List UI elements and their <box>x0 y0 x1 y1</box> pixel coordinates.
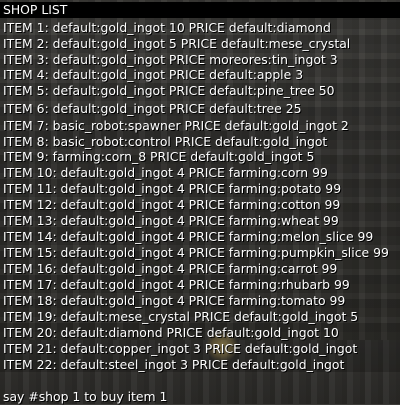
chat-line-item-6: ITEM 6: default:gold_ingot PRICE default… <box>3 101 302 116</box>
chat-line-item-7: ITEM 7: basic_robot:spawner PRICE defaul… <box>3 118 349 133</box>
chat-line-item-16: ITEM 16: default:gold_ingot 4 PRICE farm… <box>3 261 338 276</box>
chat-line-item-4: ITEM 4: default:gold_ingot PRICE default… <box>3 67 304 82</box>
chat-line-item-5: ITEM 5: default:gold_ingot PRICE default… <box>3 83 335 98</box>
chat-line-item-17: ITEM 17: default:gold_ingot 4 PRICE farm… <box>3 277 350 292</box>
chat-line-item-22: ITEM 22: default:steel_ingot 3 PRICE def… <box>3 357 345 372</box>
chat-line-item-14: ITEM 14: default:gold_ingot 4 PRICE farm… <box>3 229 374 244</box>
chat-line-item-1: ITEM 1: default:gold_ingot 10 PRICE defa… <box>3 20 331 35</box>
chat-line-item-13: ITEM 13: default:gold_ingot 4 PRICE farm… <box>3 213 339 228</box>
chat-line-item-9: ITEM 9: farming:corn_8 PRICE default:gol… <box>3 149 315 164</box>
shop-list-title: SHOP LIST <box>0 2 400 18</box>
chat-line-item-19: ITEM 19: default:mese_crystal PRICE defa… <box>3 309 359 324</box>
chat-line-item-20: ITEM 20: default:diamond PRICE default:g… <box>3 325 339 340</box>
chat-line-item-18: ITEM 18: default:gold_ingot 4 PRICE farm… <box>3 293 346 308</box>
chat-line-item-10: ITEM 10: default:gold_ingot 4 PRICE farm… <box>3 165 328 180</box>
chat-line-item-21: ITEM 21: default:copper_ingot 3 PRICE de… <box>3 341 358 356</box>
chat-line-item-3: ITEM 3: default:gold_ingot PRICE moreore… <box>3 52 338 67</box>
chat-hint-line: say #shop 1 to buy item 1 <box>3 389 168 404</box>
chat-line-item-11: ITEM 11: default:gold_ingot 4 PRICE farm… <box>3 181 342 196</box>
chat-line-item-8: ITEM 8: basic_robot:control PRICE defaul… <box>3 134 328 149</box>
chat-line-item-15: ITEM 15: default:gold_ingot 4 PRICE farm… <box>3 245 389 260</box>
chat-line-item-12: ITEM 12: default:gold_ingot 4 PRICE farm… <box>3 197 341 212</box>
chat-line-item-2: ITEM 2: default:gold_ingot 5 PRICE defau… <box>3 36 351 51</box>
